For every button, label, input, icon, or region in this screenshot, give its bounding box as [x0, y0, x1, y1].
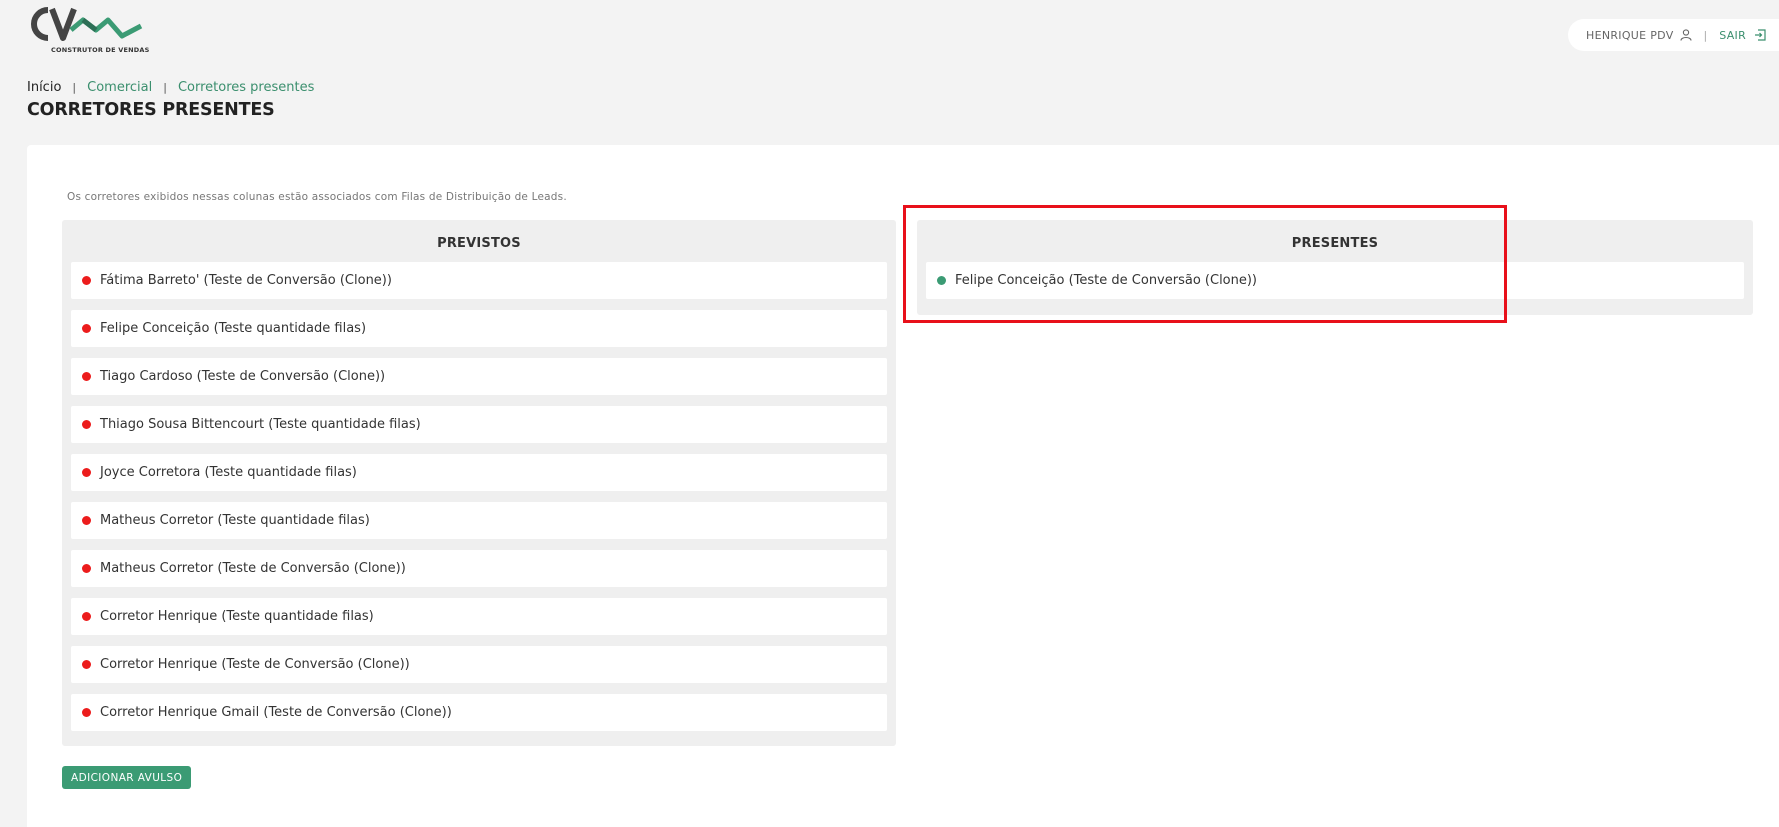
- status-dot: [82, 276, 91, 285]
- list-item[interactable]: Corretor Henrique (Teste de Conversão (C…: [71, 646, 887, 683]
- user-icon[interactable]: [1679, 29, 1692, 41]
- status-dot: [82, 660, 91, 669]
- list-item[interactable]: Felipe Conceição (Teste de Conversão (Cl…: [926, 262, 1744, 299]
- breadcrumb-separator: |: [72, 81, 77, 94]
- status-dot: [82, 324, 91, 333]
- broker-name: Matheus Corretor (Teste de Conversão (Cl…: [100, 561, 406, 576]
- list-item[interactable]: Thiago Sousa Bittencourt (Teste quantida…: [71, 406, 887, 443]
- user-name[interactable]: HENRIQUE PDV: [1586, 29, 1674, 42]
- breadcrumb-comercial[interactable]: Comercial: [87, 80, 152, 95]
- info-note: Os corretores exibidos nessas colunas es…: [67, 191, 567, 203]
- broker-name: Felipe Conceição (Teste quantidade filas…: [100, 321, 367, 336]
- status-dot: [82, 468, 91, 477]
- user-bar-separator: |: [1703, 28, 1708, 42]
- list-item[interactable]: Corretor Henrique (Teste quantidade fila…: [71, 598, 887, 635]
- status-dot: [82, 708, 91, 717]
- list-item[interactable]: Matheus Corretor (Teste de Conversão (Cl…: [71, 550, 887, 587]
- main-panel: Os corretores exibidos nessas colunas es…: [27, 145, 1779, 827]
- breadcrumb-home[interactable]: Início: [27, 80, 61, 95]
- status-dot: [82, 420, 91, 429]
- list-item[interactable]: Felipe Conceição (Teste quantidade filas…: [71, 310, 887, 347]
- list-item[interactable]: Fátima Barreto' (Teste de Conversão (Clo…: [71, 262, 887, 299]
- broker-name: Felipe Conceição (Teste de Conversão (Cl…: [955, 273, 1258, 288]
- add-avulso-button[interactable]: ADICIONAR AVULSO: [62, 766, 192, 789]
- broker-name: Matheus Corretor (Teste quantidade filas…: [100, 513, 370, 528]
- status-dot: [82, 516, 91, 525]
- logout-link[interactable]: SAIR: [1719, 29, 1746, 42]
- broker-name: Tiago Cardoso (Teste de Conversão (Clone…: [100, 369, 386, 384]
- list-item[interactable]: Corretor Henrique Gmail (Teste de Conver…: [71, 694, 887, 731]
- previstos-title: PREVISTOS: [437, 236, 521, 251]
- logo-caption: CONSTRUTOR DE VENDAS: [51, 46, 150, 54]
- logout-icon[interactable]: [1754, 29, 1766, 41]
- broker-name: Corretor Henrique Gmail (Teste de Conver…: [100, 705, 452, 720]
- broker-name: Joyce Corretora (Teste quantidade filas): [100, 465, 357, 480]
- user-bar: HENRIQUE PDV | SAIR: [1568, 19, 1779, 51]
- page-title: CORRETORES PRESENTES: [27, 100, 275, 120]
- list-item[interactable]: Tiago Cardoso (Teste de Conversão (Clone…: [71, 358, 887, 395]
- presentes-column: PRESENTES Felipe Conceição (Teste de Con…: [917, 220, 1753, 315]
- broker-name: Fátima Barreto' (Teste de Conversão (Clo…: [100, 273, 392, 288]
- list-item[interactable]: Joyce Corretora (Teste quantidade filas): [71, 454, 887, 491]
- broker-name: Corretor Henrique (Teste de Conversão (C…: [100, 657, 410, 672]
- breadcrumb: Início | Comercial | Corretores presente…: [27, 80, 314, 95]
- status-dot: [82, 564, 91, 573]
- broker-name: Thiago Sousa Bittencourt (Teste quantida…: [100, 417, 421, 432]
- presentes-title: PRESENTES: [1291, 236, 1379, 251]
- broker-name: Corretor Henrique (Teste quantidade fila…: [100, 609, 374, 624]
- breadcrumb-separator: |: [163, 81, 167, 94]
- status-dot: [82, 372, 91, 381]
- status-dot: [82, 612, 91, 621]
- status-dot: [937, 276, 946, 285]
- breadcrumb-corretores-presentes[interactable]: Corretores presentes: [178, 80, 314, 95]
- list-item[interactable]: Matheus Corretor (Teste quantidade filas…: [71, 502, 887, 539]
- previstos-column: PREVISTOS Fátima Barreto' (Teste de Conv…: [62, 220, 896, 746]
